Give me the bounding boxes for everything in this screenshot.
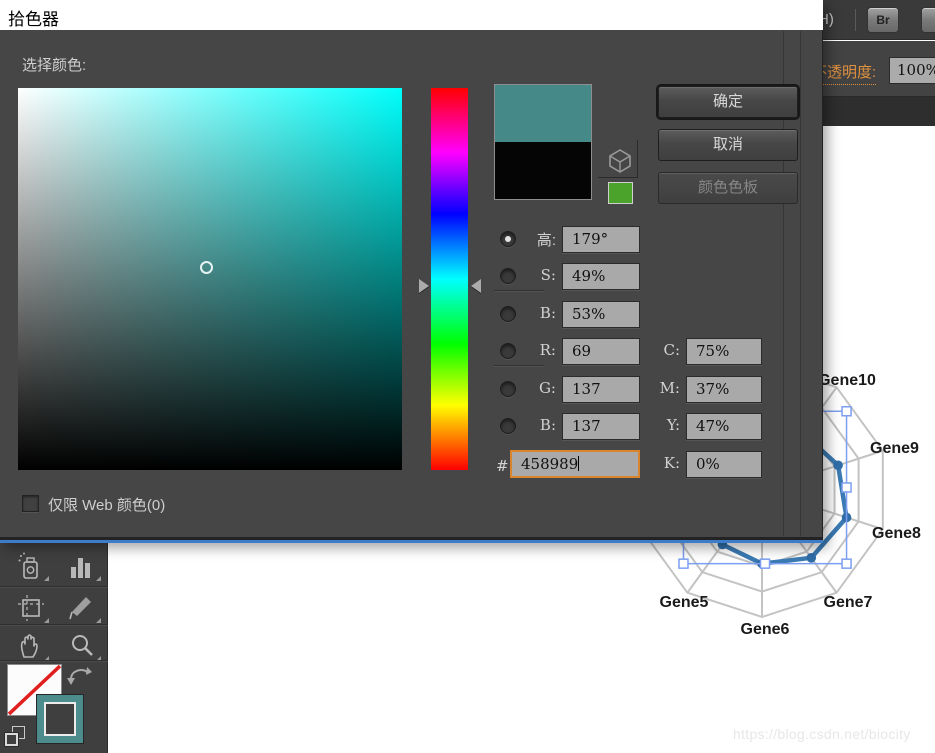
y-label: Y: (642, 416, 680, 434)
hex-prefix: # (496, 457, 509, 475)
radio-b2[interactable] (500, 418, 516, 434)
radar-axis-label: Gene10 (818, 372, 876, 389)
y-field[interactable]: 47% (686, 413, 762, 440)
selection-handle[interactable] (842, 559, 851, 568)
saturation-brightness-field[interactable] (18, 88, 402, 470)
radar-axis-label: Gene7 (824, 594, 873, 611)
slice-icon (68, 593, 98, 623)
artboard-icon (16, 593, 46, 623)
web-colors-checkbox[interactable] (22, 495, 39, 512)
radar-axis-label: Gene6 (741, 621, 790, 638)
tool-flyout-arrow (44, 576, 49, 581)
gamut-cube-icon[interactable] (607, 147, 633, 175)
select-color-label: 选择颜色: (22, 54, 86, 75)
s-label: S: (518, 266, 556, 284)
watermark: https://blog.csdn.net/biocity (733, 726, 911, 742)
color-swatches-button: 颜色色板 (658, 172, 798, 204)
text-caret (578, 456, 579, 471)
tool-flyout-arrow (96, 618, 101, 623)
tool-flyout-arrow (96, 576, 101, 581)
m-field[interactable]: 37% (686, 376, 762, 403)
radar-axis-label: Gene9 (870, 440, 919, 457)
radar-data-point[interactable] (833, 460, 843, 470)
r-label: R: (518, 341, 556, 359)
zoom-icon (68, 631, 98, 661)
new-color-swatch (495, 85, 591, 142)
hex-field[interactable]: 458989 (510, 450, 640, 478)
artboard-tool[interactable] (6, 589, 52, 626)
m-label: M: (642, 379, 680, 397)
selection-handle[interactable] (761, 559, 770, 568)
radar-data-point[interactable] (806, 553, 816, 563)
selection-handle[interactable] (842, 483, 851, 492)
s-field[interactable]: 49% (562, 263, 640, 290)
selection-handle[interactable] (842, 407, 851, 416)
toolbar-separator (0, 660, 108, 661)
column-graph-tool[interactable] (58, 547, 104, 584)
column-graph-icon (68, 551, 94, 581)
panel-seam (800, 31, 801, 536)
symbol-sprayer-icon (16, 551, 42, 581)
tool-flyout-arrow (44, 618, 49, 623)
default-colors-icon-front (5, 733, 18, 746)
dialog-bottom-edge (0, 537, 823, 543)
current-color-swatch[interactable] (495, 142, 591, 199)
dialog-title: 拾色器 (8, 5, 59, 30)
gamut-divider (598, 177, 638, 178)
b2-field[interactable]: 137 (562, 413, 640, 440)
slice-tool[interactable] (58, 589, 104, 626)
b2-label: B: (518, 416, 556, 434)
h-field[interactable]: 179° (562, 226, 640, 253)
radio-s[interactable] (500, 268, 516, 284)
screen: H) Br 不透明度: 100% Gene5Gene6Gene7Gene8Gen… (0, 0, 935, 753)
hand-icon (16, 631, 46, 661)
radio-h[interactable] (500, 231, 516, 247)
r-field[interactable]: 69 (562, 338, 640, 365)
k-label: K: (642, 454, 680, 472)
web-colors-label: 仅限 Web 颜色(0) (48, 494, 165, 515)
c-label: C: (642, 341, 680, 359)
hand-tool[interactable] (6, 627, 52, 664)
b-field[interactable]: 53% (562, 301, 640, 328)
c-field[interactable]: 75% (686, 338, 762, 365)
symbol-sprayer-tool[interactable] (6, 547, 52, 584)
color-marker[interactable] (200, 261, 213, 274)
gamut-color-swatch[interactable] (608, 182, 633, 204)
hue-slider-left-arrow[interactable] (419, 279, 429, 293)
row-underline (494, 290, 544, 291)
color-picker-dialog: 拾色器 选择颜色: 确定 取消 (0, 0, 823, 543)
g-field[interactable]: 137 (562, 376, 640, 403)
cancel-button[interactable]: 取消 (658, 129, 798, 161)
k-field[interactable]: 0% (686, 451, 762, 478)
dialog-body: 选择颜色: 确定 取消 颜色色板 高: (0, 30, 823, 537)
hue-slider[interactable] (431, 88, 468, 470)
ok-button[interactable]: 确定 (658, 86, 798, 118)
radio-r[interactable] (500, 343, 516, 359)
radar-axis-label: Gene5 (660, 594, 709, 611)
radar-axis-label: Gene8 (872, 525, 921, 542)
toolbar-separator (0, 624, 108, 625)
h-label: 高: (518, 229, 556, 250)
stroke-chip-center (44, 702, 76, 736)
dialog-titlebar[interactable]: 拾色器 (0, 0, 823, 30)
g-label: G: (518, 379, 556, 397)
radio-g[interactable] (500, 381, 516, 397)
row-underline (494, 365, 544, 366)
b-label: B: (518, 304, 556, 322)
selection-handle[interactable] (679, 559, 688, 568)
gamut-divider (637, 140, 638, 178)
stroke-color-chip[interactable] (36, 694, 84, 744)
swap-colors-icon[interactable] (66, 663, 94, 687)
color-preview-swatch (494, 84, 592, 200)
toolbar-separator (0, 586, 108, 587)
hue-slider-right-arrow[interactable] (471, 279, 481, 293)
tools-panel (0, 543, 108, 753)
radio-b[interactable] (500, 306, 516, 322)
zoom-tool[interactable] (58, 627, 104, 664)
